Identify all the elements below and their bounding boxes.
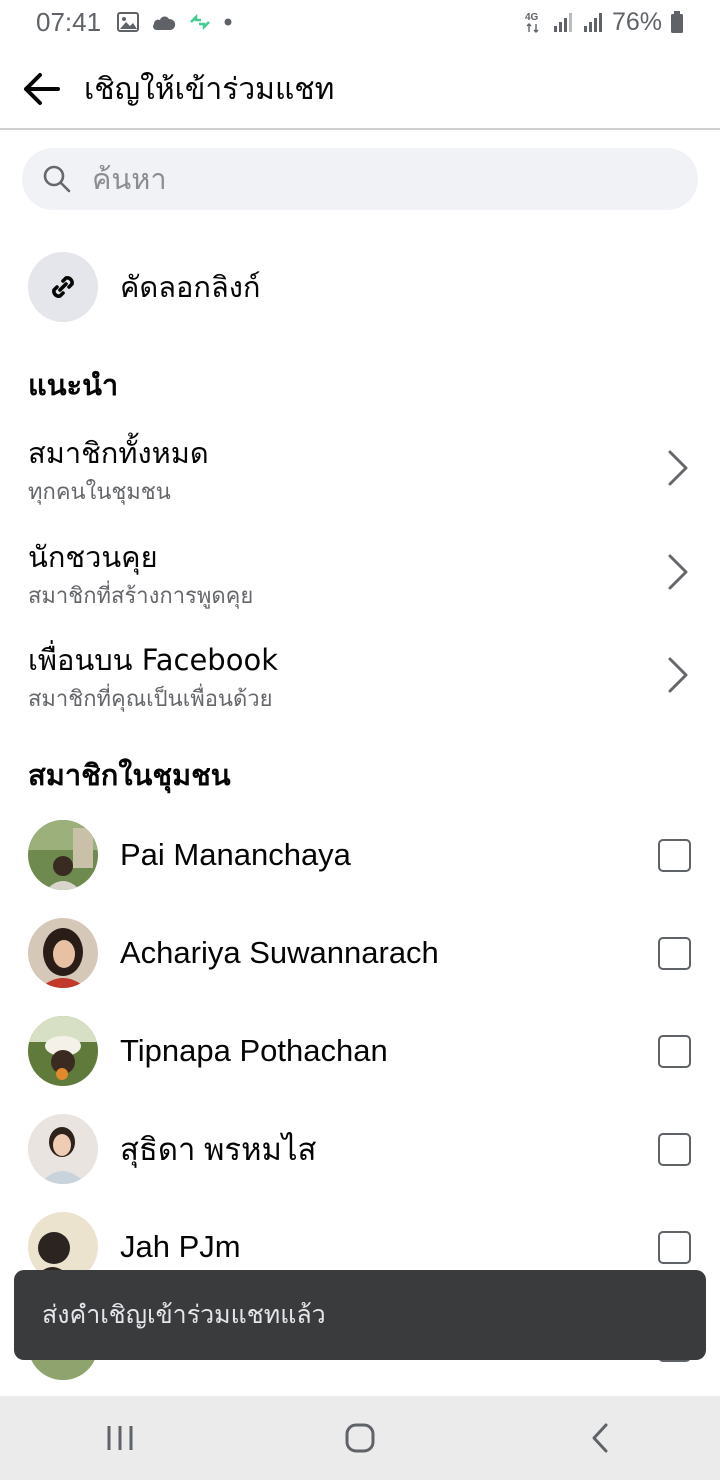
suggest-subtitle: สมาชิกที่สร้างการพูดคุย bbox=[28, 584, 254, 609]
home-icon bbox=[345, 1423, 375, 1453]
members-heading: สมาชิกในชุมชน bbox=[28, 758, 231, 792]
battery-percent: 76% bbox=[611, 7, 662, 36]
chevron-right-icon bbox=[668, 657, 688, 693]
toast-text: ส่งคำเชิญเข้าร่วมแชทแล้ว bbox=[42, 1300, 326, 1329]
back-button[interactable] bbox=[0, 49, 84, 129]
suggest-conversation-starters[interactable]: นักชวนคุย สมาชิกที่สร้างการพูดคุย bbox=[28, 534, 692, 630]
toast-snackbar: ส่งคำเชิญเข้าร่วมแชทแล้ว bbox=[14, 1270, 706, 1360]
search-icon bbox=[43, 165, 71, 193]
member-name: Jah PJm bbox=[120, 1229, 241, 1264]
member-checkbox[interactable] bbox=[658, 936, 691, 970]
status-time: 07:41 bbox=[36, 6, 102, 37]
sync-icon bbox=[189, 14, 211, 30]
back-nav-button[interactable] bbox=[540, 1396, 660, 1480]
member-row[interactable]: Achariya Suwannarach bbox=[28, 918, 692, 988]
copy-link-label: คัดลอกลิงก์ bbox=[120, 270, 261, 304]
member-name: Achariya Suwannarach bbox=[120, 935, 439, 970]
avatar bbox=[28, 1016, 98, 1086]
arrow-left-icon bbox=[24, 73, 60, 105]
suggest-title: สมาชิกทั้งหมด bbox=[28, 436, 209, 470]
avatar bbox=[28, 918, 98, 988]
suggest-title: นักชวนคุย bbox=[28, 540, 158, 574]
svg-text:4G: 4G bbox=[525, 12, 539, 23]
member-name: สุธิดา พรหมไส bbox=[120, 1132, 317, 1167]
status-bar: 07:41 4G 76% bbox=[0, 0, 720, 44]
signal-icon-1 bbox=[552, 11, 574, 33]
member-row[interactable]: Pai Mananchaya bbox=[28, 820, 692, 890]
suggest-subtitle: สมาชิกที่คุณเป็นเพื่อนด้วย bbox=[28, 687, 273, 712]
suggest-facebook-friends[interactable]: เพื่อนบน Facebook สมาชิกที่คุณเป็นเพื่อน… bbox=[28, 637, 692, 733]
avatar bbox=[28, 1114, 98, 1184]
member-checkbox[interactable] bbox=[658, 1132, 691, 1166]
gallery-icon bbox=[117, 12, 140, 32]
chevron-right-icon bbox=[668, 554, 688, 590]
notification-dot-icon bbox=[223, 17, 233, 27]
suggest-all-members[interactable]: สมาชิกทั้งหมด ทุกคนในชุมชน bbox=[28, 430, 692, 526]
signal-icon-2 bbox=[582, 11, 604, 33]
member-name: Tipnapa Pothachan bbox=[120, 1033, 388, 1068]
search-input[interactable] bbox=[92, 162, 652, 196]
battery-icon bbox=[670, 10, 684, 34]
member-row[interactable]: Tipnapa Pothachan bbox=[28, 1016, 692, 1086]
recent-apps-icon bbox=[107, 1426, 133, 1450]
home-button[interactable] bbox=[300, 1396, 420, 1480]
page-title: เชิญให้เข้าร่วมแชท bbox=[84, 71, 335, 107]
suggestions-heading: แนะนำ bbox=[28, 368, 119, 402]
chevron-right-icon bbox=[668, 450, 688, 486]
suggest-title: เพื่อนบน Facebook bbox=[28, 643, 278, 677]
member-name: Pai Mananchaya bbox=[120, 837, 351, 872]
cloud-icon bbox=[151, 13, 177, 31]
link-icon bbox=[52, 276, 74, 298]
system-nav-bar bbox=[0, 1396, 720, 1480]
member-checkbox[interactable] bbox=[658, 838, 691, 872]
back-nav-icon bbox=[592, 1423, 608, 1453]
member-row[interactable]: สุธิดา พรหมไส bbox=[28, 1114, 692, 1184]
link-icon-circle bbox=[28, 252, 98, 322]
network-4g-icon: 4G bbox=[524, 10, 544, 34]
avatar bbox=[28, 820, 98, 890]
recent-apps-button[interactable] bbox=[60, 1396, 180, 1480]
suggest-subtitle: ทุกคนในชุมชน bbox=[28, 480, 171, 505]
search-bar[interactable] bbox=[22, 148, 698, 210]
copy-link-button[interactable]: คัดลอกลิงก์ bbox=[28, 252, 692, 322]
member-checkbox[interactable] bbox=[658, 1034, 691, 1068]
app-header: เชิญให้เข้าร่วมแชท bbox=[0, 50, 720, 130]
member-checkbox[interactable] bbox=[658, 1230, 691, 1264]
